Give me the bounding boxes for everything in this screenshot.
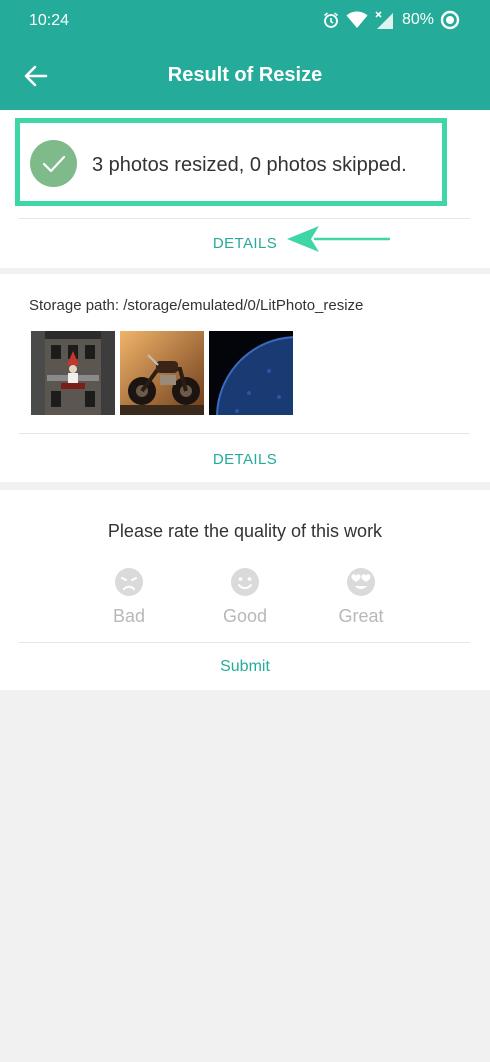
result-card: 3 photos resized, 0 photos skipped. DETA… [0,110,490,268]
status-bar: 10:24 80% [0,0,490,44]
status-time: 10:24 [29,12,70,29]
rating-option-great[interactable]: Great [326,567,396,627]
result-summary-box: 3 photos resized, 0 photos skipped. [15,118,447,206]
battery-saver-icon [440,10,460,30]
page-title: Result of Resize [167,64,323,86]
divider [19,433,470,434]
rating-label-bad: Bad [112,606,146,626]
thumbnail-motorcycle[interactable] [120,331,204,415]
thumbnail-building[interactable] [31,331,115,415]
success-check-icon [30,140,77,187]
storage-path-value: /storage/emulated/0/LitPhoto_resize [123,297,364,314]
rating-option-good[interactable]: Good [210,567,280,627]
storage-card: Storage path: /storage/emulated/0/LitPho… [0,274,490,482]
rating-question: Please rate the quality of this work [107,521,383,541]
divider [19,642,470,643]
alarm-icon [323,12,338,28]
rating-label-great: Great [338,606,384,626]
details-button[interactable]: DETAILS [0,235,490,252]
rating-option-bad[interactable]: Bad [94,567,164,627]
arrow-pointer-icon [287,226,391,252]
storage-details-button[interactable]: DETAILS [0,451,490,468]
thumbnail-planet[interactable] [209,331,293,415]
divider [19,218,470,219]
storage-path: Storage path: /storage/emulated/0/LitPho… [29,297,363,314]
wifi-icon [346,11,368,28]
rating-card: Please rate the quality of this work Bad… [0,490,490,690]
sad-face-icon [115,568,143,596]
storage-path-label: Storage path: [29,297,120,314]
battery-level: 80% [401,11,434,28]
thumbnail-strip [31,331,293,415]
heart-eyes-face-icon [347,568,375,596]
result-summary-text: 3 photos resized, 0 photos skipped. [92,154,407,176]
signal-icon [375,11,393,29]
submit-button[interactable]: Submit [0,658,490,676]
rating-label-good: Good [222,606,268,626]
smile-face-icon [231,568,259,596]
app-bar: 10:24 80% Result of Resize [0,0,490,110]
